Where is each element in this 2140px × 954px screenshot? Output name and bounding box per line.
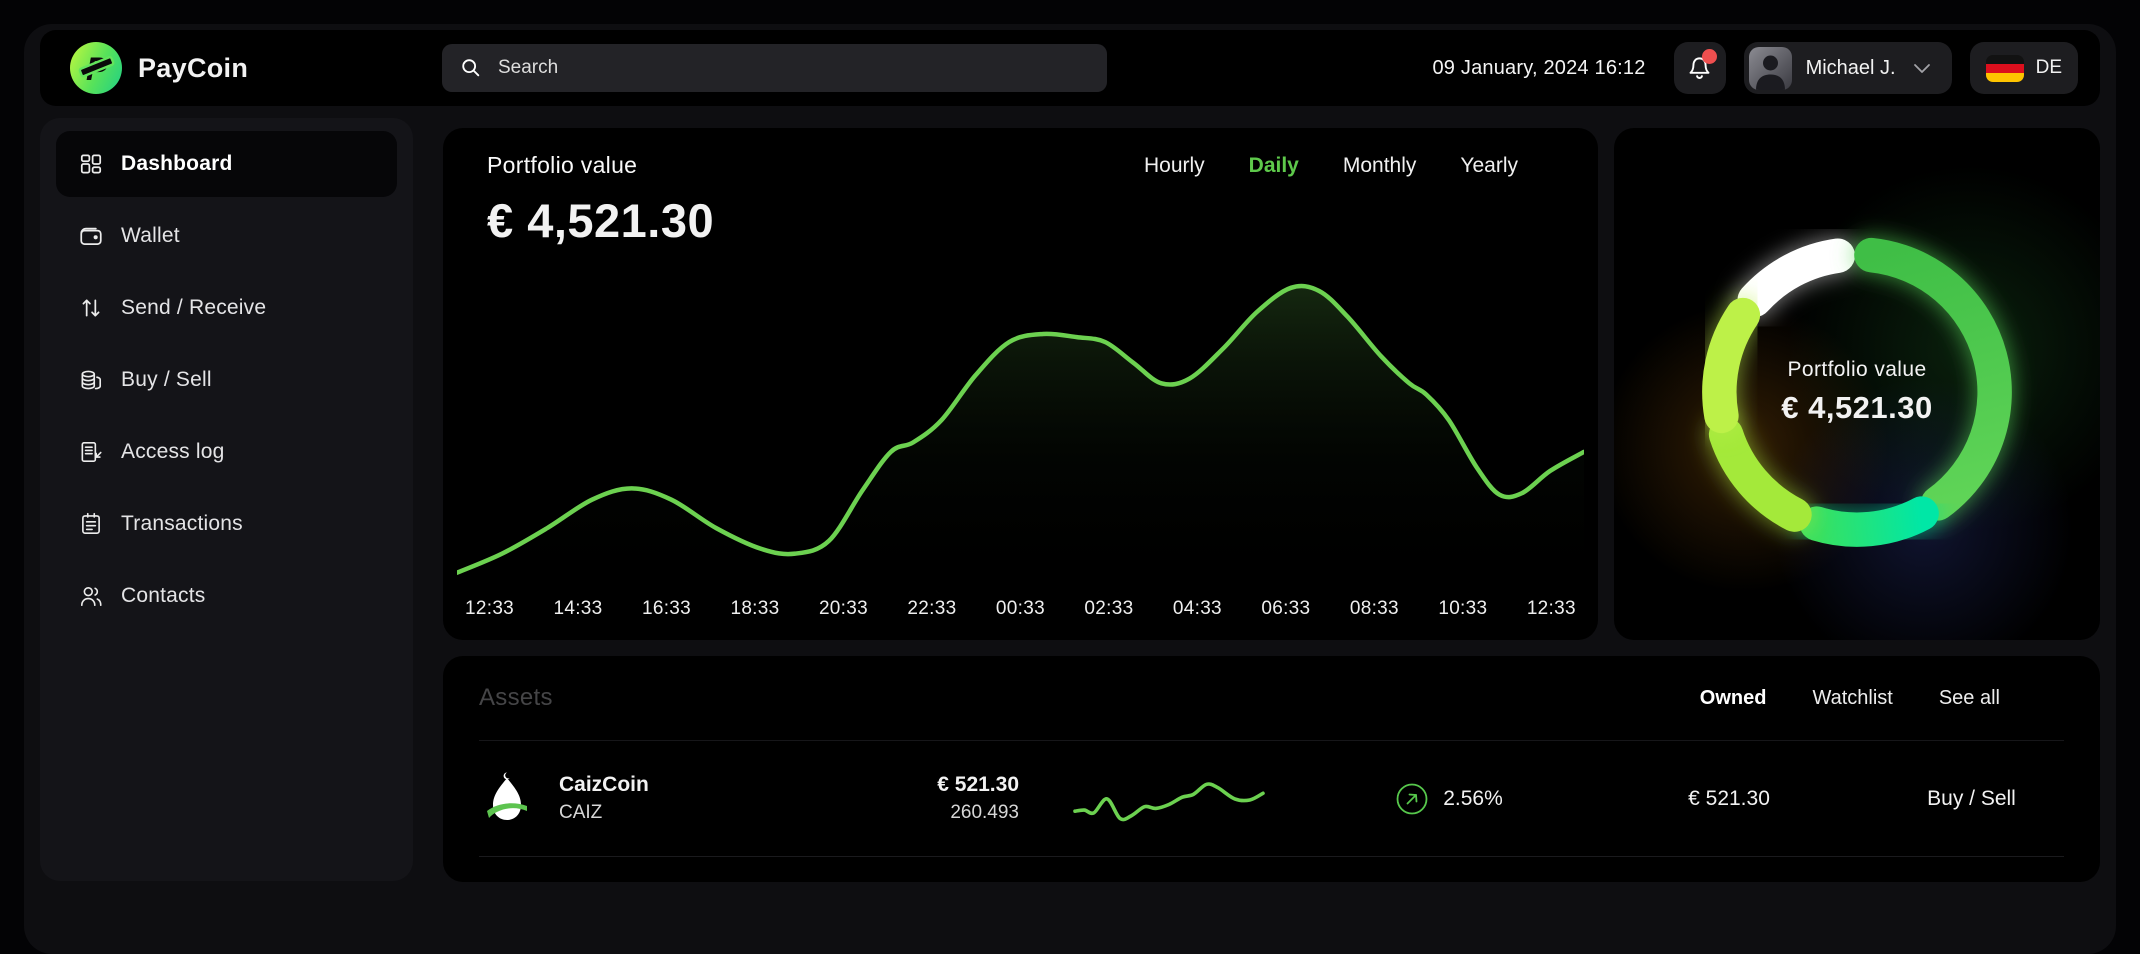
x-axis-label: 22:33 <box>907 598 956 620</box>
asset-amount: 260.493 <box>779 802 1019 824</box>
caizcoin-logo-icon <box>479 771 535 827</box>
asset-row-caizcoin[interactable]: CaizCoin CAIZ € 521.30 260.493 2.56% € 5… <box>479 741 2064 856</box>
x-axis-label: 02:33 <box>1084 598 1133 620</box>
datetime-label: 09 January, 2024 16:12 <box>1432 57 1645 80</box>
sidebar-item-send-receive[interactable]: Send / Receive <box>56 275 397 341</box>
chevron-down-icon <box>1910 56 1934 80</box>
language-selector[interactable]: DE <box>1970 42 2078 94</box>
sidebar-item-label: Contacts <box>121 584 205 608</box>
arrows-up-down-icon <box>78 295 104 321</box>
sidebar-item-buy-sell[interactable]: Buy / Sell <box>56 347 397 413</box>
x-axis-label: 20:33 <box>819 598 868 620</box>
sidebar-item-label: Buy / Sell <box>121 368 212 392</box>
topbar-right: 09 January, 2024 16:12 Michael J. <box>1432 42 2078 94</box>
donut-center-title: Portfolio value <box>1787 358 1926 382</box>
wallet-icon <box>78 223 104 249</box>
asset-value: € 521.30 <box>1579 787 1879 811</box>
range-tab-yearly[interactable]: Yearly <box>1460 154 1518 178</box>
app-title: PayCoin <box>138 53 248 84</box>
x-axis-label: 06:33 <box>1261 598 1310 620</box>
sidebar-item-transactions[interactable]: Transactions <box>56 491 397 557</box>
asset-change: 2.56% <box>1443 787 1503 811</box>
range-tab-monthly[interactable]: Monthly <box>1343 154 1417 178</box>
avatar <box>1749 47 1792 90</box>
x-axis-label: 10:33 <box>1438 598 1487 620</box>
range-tab-hourly[interactable]: Hourly <box>1144 154 1205 178</box>
germany-flag-icon <box>1986 55 2024 82</box>
search-input[interactable] <box>496 56 1089 80</box>
portfolio-line-chart <box>457 254 1584 596</box>
contacts-icon <box>78 583 104 609</box>
donut-center-value: € 4,521.30 <box>1781 390 1933 426</box>
x-axis-label: 08:33 <box>1350 598 1399 620</box>
asset-sparkline <box>1019 764 1319 834</box>
notification-badge <box>1702 49 1717 64</box>
x-axis-label: 18:33 <box>730 598 779 620</box>
next-row-cutoff <box>479 856 2064 882</box>
search-bar[interactable] <box>442 44 1107 92</box>
clipboard-icon <box>78 511 104 537</box>
assets-tab-watchlist[interactable]: Watchlist <box>1812 687 1892 710</box>
sidebar-item-label: Send / Receive <box>121 296 266 320</box>
sidebar-item-access-log[interactable]: Access log <box>56 419 397 485</box>
paycoin-logo-icon: P <box>70 42 122 94</box>
portfolio-chart-card: Portfolio value Hourly Daily Monthly Yearly… <box>443 128 1598 640</box>
sidebar: Dashboard Wallet Send / Receive Buy / Se… <box>40 118 413 881</box>
asset-symbol: CAIZ <box>559 802 649 824</box>
assets-title: Assets <box>479 684 553 712</box>
user-name: Michael J. <box>1806 57 1896 80</box>
sidebar-item-label: Dashboard <box>121 152 233 176</box>
dashboard-icon <box>78 151 104 177</box>
assets-tab-see-all[interactable]: See all <box>1939 687 2000 710</box>
x-axis-label: 12:33 <box>465 598 514 620</box>
sidebar-item-contacts[interactable]: Contacts <box>56 563 397 629</box>
sidebar-item-label: Wallet <box>121 224 180 248</box>
coins-icon <box>78 367 104 393</box>
log-document-icon <box>78 439 104 465</box>
sidebar-item-label: Transactions <box>121 512 243 536</box>
x-axis-labels: 12:33 14:33 16:33 18:33 20:33 22:33 00:33 02:33… <box>465 598 1576 620</box>
range-tab-daily[interactable]: Daily <box>1249 154 1299 178</box>
portfolio-value: € 4,521.30 <box>487 193 1554 248</box>
sidebar-item-wallet[interactable]: Wallet <box>56 203 397 269</box>
asset-name: CaizCoin <box>559 773 649 797</box>
profile-menu[interactable]: Michael J. <box>1744 42 1952 94</box>
search-icon <box>460 57 482 79</box>
brand: P PayCoin <box>70 42 442 94</box>
x-axis-label: 12:33 <box>1527 598 1576 620</box>
buy-sell-button[interactable]: Buy / Sell <box>1879 787 2064 811</box>
sidebar-item-dashboard[interactable]: Dashboard <box>56 131 397 197</box>
sidebar-item-label: Access log <box>121 440 225 464</box>
donut-center: Portfolio value € 4,521.30 <box>1662 197 2052 587</box>
x-axis-label: 04:33 <box>1173 598 1222 620</box>
x-axis-label: 16:33 <box>642 598 691 620</box>
x-axis-label: 14:33 <box>553 598 602 620</box>
assets-tab-owned[interactable]: Owned <box>1700 687 1767 710</box>
assets-card: Assets Owned Watchlist See all CaizCoin CA… <box>443 656 2100 882</box>
x-axis-label: 00:33 <box>996 598 1045 620</box>
assets-tabs: Owned Watchlist See all <box>1700 687 2064 710</box>
portfolio-title: Portfolio value <box>487 152 637 179</box>
top-bar: P PayCoin 09 January, 2024 16:12 <box>40 30 2100 106</box>
range-tabs: Hourly Daily Monthly Yearly <box>1144 154 1518 178</box>
language-label: DE <box>2036 57 2062 79</box>
trend-up-icon <box>1395 782 1429 816</box>
notifications-button[interactable] <box>1674 42 1726 94</box>
allocation-donut-card: Portfolio value € 4,521.30 <box>1614 128 2100 640</box>
asset-price: € 521.30 <box>779 773 1019 797</box>
